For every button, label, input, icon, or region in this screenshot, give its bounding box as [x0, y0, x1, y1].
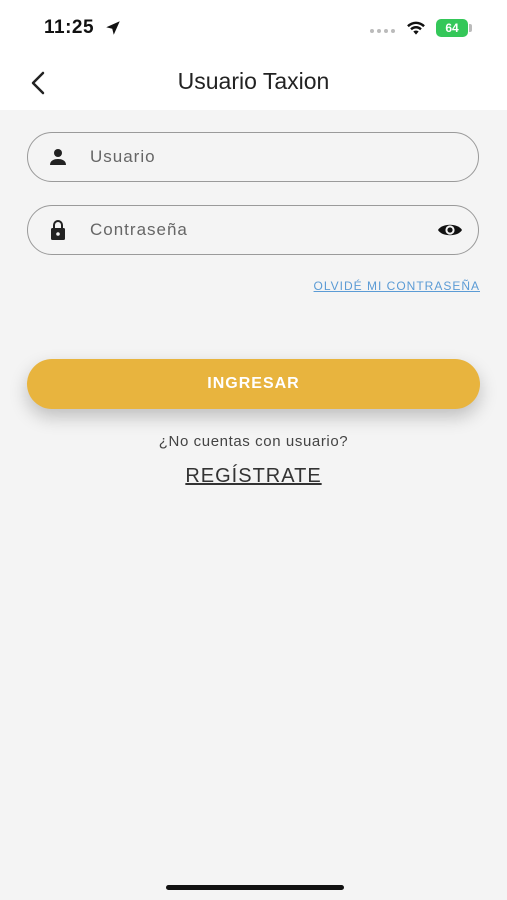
home-indicator [166, 885, 344, 890]
cellular-signal-icon [370, 29, 395, 33]
battery-cap [469, 24, 472, 32]
no-account-text: ¿No cuentas con usuario? [158, 433, 349, 450]
password-input[interactable] [90, 206, 430, 253]
forgot-password-link[interactable]: OLVIDÉ MI CONTRASEÑA [314, 279, 480, 293]
password-field[interactable] [27, 205, 479, 255]
status-bar: 11:25 64 [0, 0, 507, 56]
register-link[interactable]: REGÍSTRATE [185, 465, 321, 487]
status-time: 11:25 [44, 17, 95, 38]
battery-icon: 64 [436, 19, 468, 37]
lock-icon [51, 220, 65, 240]
location-arrow-icon [106, 21, 120, 35]
page-title: Usuario Taxion [177, 68, 330, 94]
register-link-row: REGÍSTRATE [0, 465, 507, 488]
login-button[interactable]: INGRESAR [27, 359, 480, 409]
username-input[interactable] [90, 133, 430, 180]
person-icon [50, 149, 66, 165]
nav-header: Usuario Taxion [0, 56, 507, 110]
username-field[interactable] [27, 132, 479, 182]
wifi-icon [407, 21, 425, 35]
login-screen: 11:25 64 Usuario Taxion Usuario OLVIDÉ M… [0, 0, 507, 900]
eye-icon[interactable] [436, 217, 464, 243]
